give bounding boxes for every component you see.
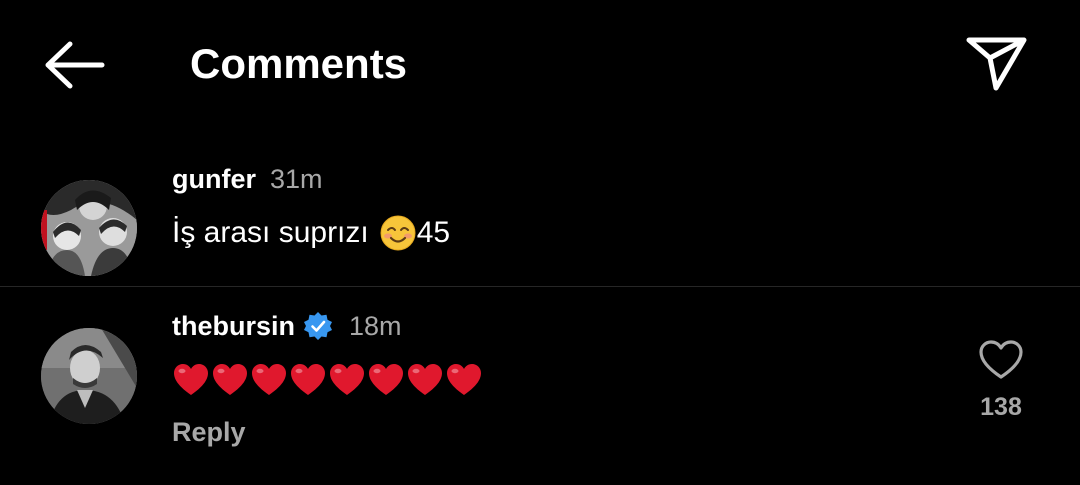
page-title: Comments <box>190 40 408 87</box>
avatar[interactable] <box>41 328 137 424</box>
comment-item: gunfer 31m İş arası suprızı 45 <box>0 150 1080 287</box>
avatar-photo <box>41 328 137 424</box>
verified-badge-icon <box>304 312 333 340</box>
avatar[interactable] <box>41 180 137 276</box>
red-heart-icon <box>408 364 442 395</box>
timestamp: 31m <box>270 164 323 194</box>
comment-suffix: 45 <box>416 216 451 249</box>
like-count: 138 <box>980 393 1022 421</box>
avatar-photo <box>41 180 137 276</box>
comment-meta: thebursin 18m <box>172 311 402 341</box>
red-heart-icon <box>252 364 286 395</box>
reply-button[interactable]: Reply <box>172 417 246 447</box>
paper-plane-icon[interactable] <box>964 34 1028 92</box>
comment-item: thebursin 18m Reply 138 <box>0 287 1080 485</box>
red-heart-icon <box>369 364 403 395</box>
comment-text: İş arası suprızı 45 <box>172 214 450 252</box>
username[interactable]: gunfer <box>172 164 256 194</box>
smiling-face-icon <box>380 215 416 251</box>
red-heart-icon <box>291 364 325 395</box>
username[interactable]: thebursin <box>172 311 295 341</box>
red-heart-icon <box>213 364 247 395</box>
comment-body: İş arası suprızı <box>172 216 369 249</box>
red-heart-icon <box>330 364 364 395</box>
heart-outline-icon[interactable] <box>978 339 1024 381</box>
red-heart-icon <box>174 364 208 395</box>
header: Comments <box>0 0 1080 130</box>
red-heart-icon <box>447 364 481 395</box>
timestamp: 18m <box>349 311 402 341</box>
comment-text <box>172 362 483 398</box>
arrow-left-icon[interactable] <box>40 38 106 92</box>
comment-meta: gunfer 31m <box>172 164 323 194</box>
